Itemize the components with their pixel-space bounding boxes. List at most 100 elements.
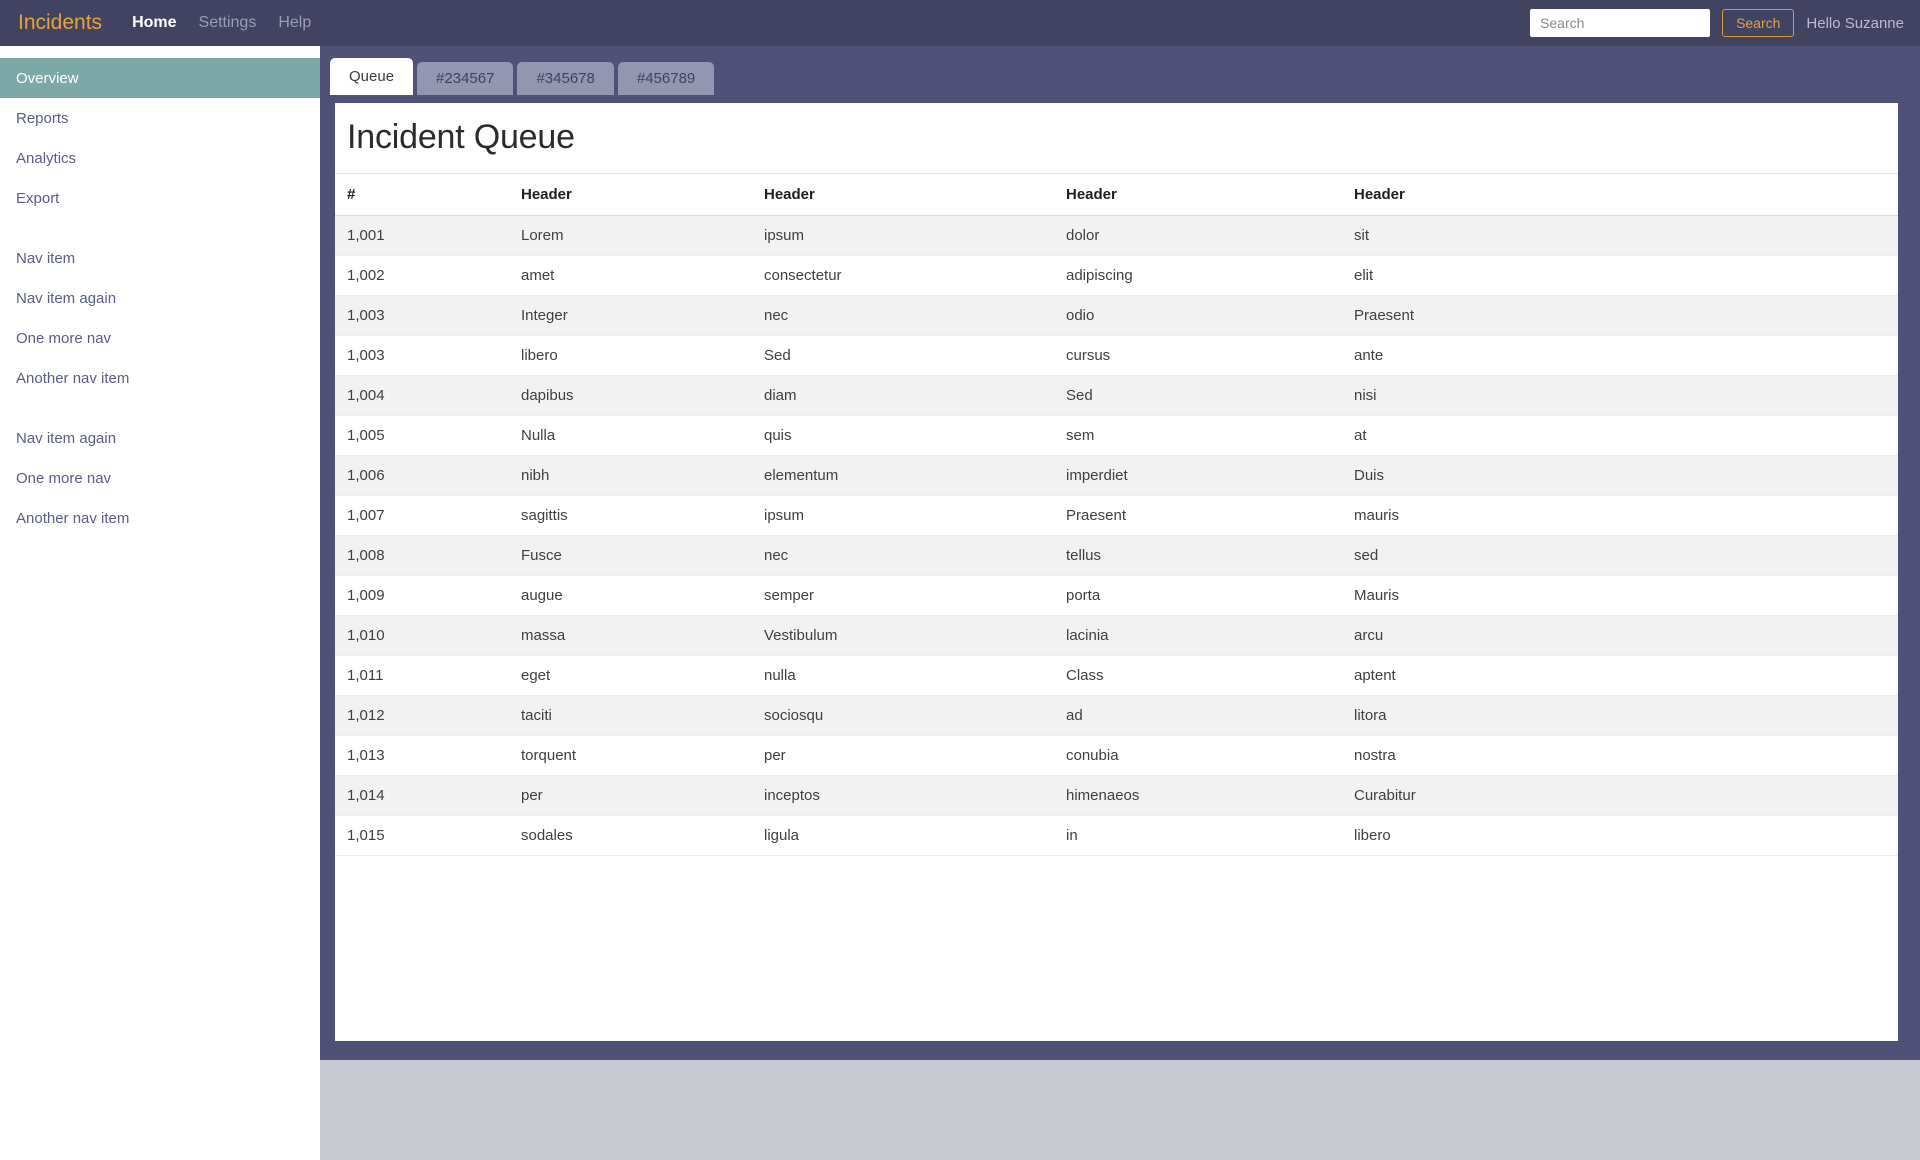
table-row[interactable]: 1,002 amet consectetur adipiscing elit (335, 255, 1898, 296)
cell-value: arcu (1342, 615, 1898, 656)
brand-logo[interactable]: Incidents (18, 11, 102, 35)
sidebar-item-one-more-nav-2[interactable]: One more nav (0, 458, 320, 498)
primary-nav: Home Settings Help (132, 14, 311, 32)
cell-value: nibh (509, 455, 752, 496)
cell-value: sodales (509, 815, 752, 856)
cell-value: nisi (1342, 375, 1898, 416)
table-row[interactable]: 1,013 torquent per conubia nostra (335, 735, 1898, 776)
sidebar-item-reports[interactable]: Reports (0, 98, 320, 138)
sidebar-item-one-more-nav[interactable]: One more nav (0, 318, 320, 358)
table-row[interactable]: 1,007 sagittis ipsum Praesent mauris (335, 495, 1898, 536)
cell-value: dapibus (509, 375, 752, 416)
cell-value: adipiscing (1054, 255, 1342, 296)
cell-number: 1,013 (335, 735, 509, 776)
table-row[interactable]: 1,008 Fusce nec tellus sed (335, 535, 1898, 576)
cell-value: at (1342, 415, 1898, 456)
nav-link-help[interactable]: Help (278, 14, 311, 32)
sidebar-item-overview[interactable]: Overview (0, 58, 320, 98)
cell-value: per (752, 735, 1054, 776)
column-header-3[interactable]: Header (1054, 173, 1342, 216)
table-row[interactable]: 1,006 nibh elementum imperdiet Duis (335, 455, 1898, 496)
table-row[interactable]: 1,001 Lorem ipsum dolor sit (335, 215, 1898, 256)
column-header-2[interactable]: Header (752, 173, 1054, 216)
search-button[interactable]: Search (1722, 9, 1795, 37)
cell-value: dolor (1054, 215, 1342, 256)
table-row[interactable]: 1,012 taciti sociosqu ad litora (335, 695, 1898, 736)
sidebar-item-nav-item-again-2[interactable]: Nav item again (0, 418, 320, 458)
cell-value: odio (1054, 295, 1342, 336)
cell-value: lacinia (1054, 615, 1342, 656)
table-row[interactable]: 1,005 Nulla quis sem at (335, 415, 1898, 456)
table-row[interactable]: 1,003 Integer nec odio Praesent (335, 295, 1898, 336)
sidebar: Overview Reports Analytics Export Nav it… (0, 46, 320, 1160)
cell-value: litora (1342, 695, 1898, 736)
table-row[interactable]: 1,004 dapibus diam Sed nisi (335, 375, 1898, 416)
cell-value: elementum (752, 455, 1054, 496)
tab-queue[interactable]: Queue (330, 58, 414, 95)
table-row[interactable]: 1,015 sodales ligula in libero (335, 815, 1898, 856)
cell-value: ipsum (752, 495, 1054, 536)
cell-value: sed (1342, 535, 1898, 576)
page-title: Incident Queue (347, 118, 575, 156)
sidebar-item-export[interactable]: Export (0, 178, 320, 218)
cell-value: Vestibulum (752, 615, 1054, 656)
table-row[interactable]: 1,003 libero Sed cursus ante (335, 335, 1898, 376)
cell-value: Lorem (509, 215, 752, 256)
table-row[interactable]: 1,010 massa Vestibulum lacinia arcu (335, 615, 1898, 656)
table-row[interactable]: 1,009 augue semper porta Mauris (335, 575, 1898, 616)
cell-value: cursus (1054, 335, 1342, 376)
cell-value: nec (752, 295, 1054, 336)
cell-value: conubia (1054, 735, 1342, 776)
cell-value: libero (1342, 815, 1898, 856)
cell-number: 1,005 (335, 415, 509, 456)
table-body: 1,001 Lorem ipsum dolor sit 1,002 amet consecte… (335, 215, 1898, 856)
cell-value: nec (752, 535, 1054, 576)
cell-value: libero (509, 335, 752, 376)
tab-345678[interactable]: #345678 (517, 62, 614, 95)
nav-link-home[interactable]: Home (132, 14, 176, 32)
sidebar-item-another-nav-item[interactable]: Another nav item (0, 358, 320, 398)
cell-value: Sed (1054, 375, 1342, 416)
column-header-1[interactable]: Header (509, 173, 752, 216)
user-greeting: Hello Suzanne (1806, 14, 1904, 32)
sidebar-item-nav-item[interactable]: Nav item (0, 238, 320, 278)
content-panel: Incident Queue # Header Header Header He… (335, 103, 1898, 1041)
table-row[interactable]: 1,014 per inceptos himenaeos Curabitur (335, 775, 1898, 816)
cell-number: 1,009 (335, 575, 509, 616)
tab-456789[interactable]: #456789 (617, 62, 715, 95)
cell-value: sociosqu (752, 695, 1054, 736)
nav-link-settings[interactable]: Settings (199, 14, 257, 32)
cell-value: mauris (1342, 495, 1898, 536)
cell-value: eget (509, 655, 752, 696)
search-input[interactable] (1530, 9, 1711, 37)
table-row[interactable]: 1,011 eget nulla Class aptent (335, 655, 1898, 696)
cell-value: Praesent (1342, 295, 1898, 336)
cell-value: ipsum (752, 215, 1054, 256)
sidebar-item-analytics[interactable]: Analytics (0, 138, 320, 178)
navbar-right-group: Search Hello Suzanne (1530, 9, 1904, 37)
cell-value: Praesent (1054, 495, 1342, 536)
cell-value: sem (1054, 415, 1342, 456)
table-header-row: # Header Header Header Header (335, 173, 1898, 216)
column-header-number[interactable]: # (335, 173, 509, 216)
cell-number: 1,010 (335, 615, 509, 656)
sidebar-divider-1 (0, 218, 320, 238)
cell-value: Integer (509, 295, 752, 336)
column-header-4[interactable]: Header (1342, 173, 1898, 216)
cell-value: quis (752, 415, 1054, 456)
cell-value: sagittis (509, 495, 752, 536)
cell-number: 1,014 (335, 775, 509, 816)
table-head: # Header Header Header Header (335, 173, 1898, 216)
sidebar-item-another-nav-item-2[interactable]: Another nav item (0, 498, 320, 538)
cell-value: Nulla (509, 415, 752, 456)
cell-value: tellus (1054, 535, 1342, 576)
sidebar-item-nav-item-again[interactable]: Nav item again (0, 278, 320, 318)
cell-number: 1,004 (335, 375, 509, 416)
cell-value: imperdiet (1054, 455, 1342, 496)
cell-number: 1,002 (335, 255, 509, 296)
tab-bar: Queue #234567 #345678 #456789 (330, 58, 715, 95)
cell-number: 1,003 (335, 335, 509, 376)
tab-234567[interactable]: #234567 (417, 62, 514, 95)
cell-number: 1,012 (335, 695, 509, 736)
cell-value: aptent (1342, 655, 1898, 696)
